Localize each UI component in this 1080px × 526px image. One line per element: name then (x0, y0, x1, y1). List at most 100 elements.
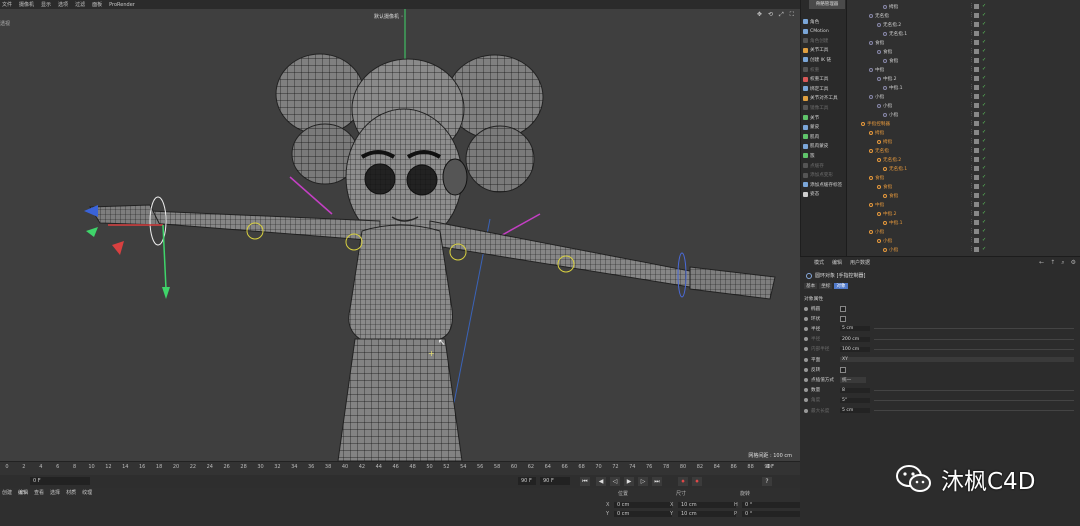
zoom-view-icon[interactable]: ⤢ (779, 11, 784, 19)
property-checkbox[interactable] (840, 315, 846, 322)
tool-item[interactable]: 簇 (803, 152, 815, 159)
object-tree-item[interactable]: 小指 (877, 237, 892, 244)
animate-dot-icon[interactable] (804, 326, 808, 331)
tool-item[interactable]: 肌肉蒙皮 (803, 143, 828, 150)
enabled-check-icon[interactable]: ✓ (982, 39, 986, 45)
menu-item-0[interactable]: 文件 (2, 1, 12, 8)
tool-item[interactable]: 权重工具 (803, 76, 828, 83)
object-tree-item[interactable]: 小指 (883, 246, 898, 253)
menu-item-3[interactable]: 选项 (58, 1, 68, 8)
rotation-field[interactable]: 0 ° (742, 511, 800, 517)
layer-box[interactable] (974, 13, 979, 18)
tool-item[interactable]: 关节对齐工具 (803, 95, 838, 102)
layer-box[interactable] (974, 139, 979, 144)
tool-item[interactable]: 添加点变形 (803, 172, 833, 179)
up-arrow-icon[interactable]: ↑ (1050, 259, 1055, 267)
visibility-dots-icon[interactable]: ⋮ (969, 210, 974, 216)
enabled-check-icon[interactable]: ✓ (982, 129, 986, 135)
layer-box[interactable] (974, 229, 979, 234)
enabled-check-icon[interactable]: ✓ (982, 48, 986, 54)
enabled-check-icon[interactable]: ✓ (982, 147, 986, 153)
tool-item[interactable]: 绑定工具 (803, 85, 828, 92)
menu-item-1[interactable]: 摄像机 (19, 1, 34, 8)
animate-dot-icon[interactable] (804, 388, 808, 393)
visibility-dots-icon[interactable]: ⋮ (969, 120, 974, 126)
layer-box[interactable] (974, 103, 979, 108)
enabled-check-icon[interactable]: ✓ (982, 66, 986, 72)
play-button[interactable]: ▶ (624, 477, 634, 486)
object-tree-item[interactable]: 中指.2 (877, 210, 897, 217)
visibility-dots-icon[interactable]: ⋮ (969, 165, 974, 171)
property-checkbox[interactable] (840, 305, 846, 312)
visibility-dots-icon[interactable]: ⋮ (969, 138, 974, 144)
animate-dot-icon[interactable] (804, 367, 808, 372)
property-field[interactable]: 100 cm (840, 346, 870, 352)
enabled-check-icon[interactable]: ✓ (982, 237, 986, 243)
object-tree-item[interactable]: 小指 (883, 111, 898, 118)
visibility-dots-icon[interactable]: ⋮ (969, 129, 974, 135)
attr-menu-1[interactable]: 编辑 (832, 259, 842, 266)
visibility-dots-icon[interactable]: ⋮ (969, 228, 974, 234)
record-button[interactable]: ⏺ (678, 477, 688, 486)
tool-item[interactable]: 关节 (803, 114, 819, 121)
tool-item[interactable]: 点缓存 (803, 162, 824, 169)
next-frame-button[interactable]: ▷ (638, 477, 648, 486)
object-tree-item[interactable]: 无名指.2 (877, 21, 901, 28)
object-tree-item[interactable]: 无名指 (869, 147, 889, 154)
visibility-dots-icon[interactable]: ⋮ (969, 39, 974, 45)
camera-label[interactable]: 默认摄像机 ◦ (374, 13, 404, 20)
tool-item[interactable]: 姿态 (803, 191, 819, 198)
property-field[interactable]: 5° (840, 397, 870, 403)
object-tree-item[interactable]: 无名指.2 (877, 156, 901, 163)
menu-item-4[interactable]: 过滤 (75, 1, 85, 8)
attr-subtab-1[interactable]: 坐标 (819, 283, 833, 289)
move-view-icon[interactable]: ✥ (757, 11, 762, 19)
object-tree-item[interactable]: 中指 (869, 201, 884, 208)
object-tree-item[interactable]: 食指 (869, 39, 884, 46)
layer-box[interactable] (974, 193, 979, 198)
visibility-dots-icon[interactable]: ⋮ (969, 183, 974, 189)
tool-item[interactable]: CMotion (803, 28, 829, 35)
property-field[interactable]: 5 cm (840, 408, 870, 413)
visibility-dots-icon[interactable]: ⋮ (969, 246, 974, 252)
enabled-check-icon[interactable]: ✓ (982, 210, 986, 216)
enabled-check-icon[interactable]: ✓ (982, 57, 986, 63)
maximize-view-icon[interactable]: ⛶ (790, 11, 794, 19)
size-field[interactable]: 10 cm (678, 502, 736, 508)
enabled-check-icon[interactable]: ✓ (982, 138, 986, 144)
object-tree-item[interactable]: 小指 (869, 93, 884, 100)
layer-box[interactable] (974, 238, 979, 243)
attr-menu-2[interactable]: 用户数据 (850, 259, 870, 266)
animate-dot-icon[interactable] (804, 398, 808, 403)
object-tree-item[interactable]: 食指 (869, 174, 884, 181)
visibility-dots-icon[interactable]: ⋮ (969, 174, 974, 180)
tool-item[interactable]: 角色创建 (803, 37, 828, 44)
layer-box[interactable] (974, 247, 979, 252)
timeline-ruler[interactable]: 0 2 4 6 8 10 12 14 16 18 20 22 24 26 28 30 32 34 36 38 40 42 4… (0, 461, 800, 475)
visibility-dots-icon[interactable]: ⋮ (969, 48, 974, 54)
object-tree-item[interactable]: 中指.1 (883, 84, 903, 91)
preview-end-field[interactable]: 90 F (540, 477, 570, 485)
layer-box[interactable] (974, 130, 979, 135)
property-slider[interactable] (874, 328, 1074, 330)
bottom-tab-0[interactable]: 创建 (2, 489, 12, 496)
object-tree-item[interactable]: 食指 (877, 183, 892, 190)
rotation-field[interactable]: 0 ° (742, 502, 800, 508)
property-field[interactable]: 5 cm (840, 326, 870, 332)
animate-dot-icon[interactable] (804, 408, 808, 413)
layer-box[interactable] (974, 49, 979, 54)
property-slider[interactable] (874, 338, 1074, 340)
animate-dot-icon[interactable] (804, 377, 808, 382)
layer-box[interactable] (974, 67, 979, 72)
back-arrow-icon[interactable]: ← (1039, 259, 1044, 267)
enabled-check-icon[interactable]: ✓ (982, 75, 986, 81)
layer-box[interactable] (974, 202, 979, 207)
enabled-check-icon[interactable]: ✓ (982, 228, 986, 234)
visibility-dots-icon[interactable]: ⋮ (969, 147, 974, 153)
visibility-dots-icon[interactable]: ⋮ (969, 66, 974, 72)
visibility-dots-icon[interactable]: ⋮ (969, 75, 974, 81)
object-tree-item[interactable]: 中指 (869, 66, 884, 73)
position-field[interactable]: 0 cm (614, 502, 672, 508)
enabled-check-icon[interactable]: ✓ (982, 21, 986, 27)
rotate-view-icon[interactable]: ⟲ (768, 11, 773, 19)
